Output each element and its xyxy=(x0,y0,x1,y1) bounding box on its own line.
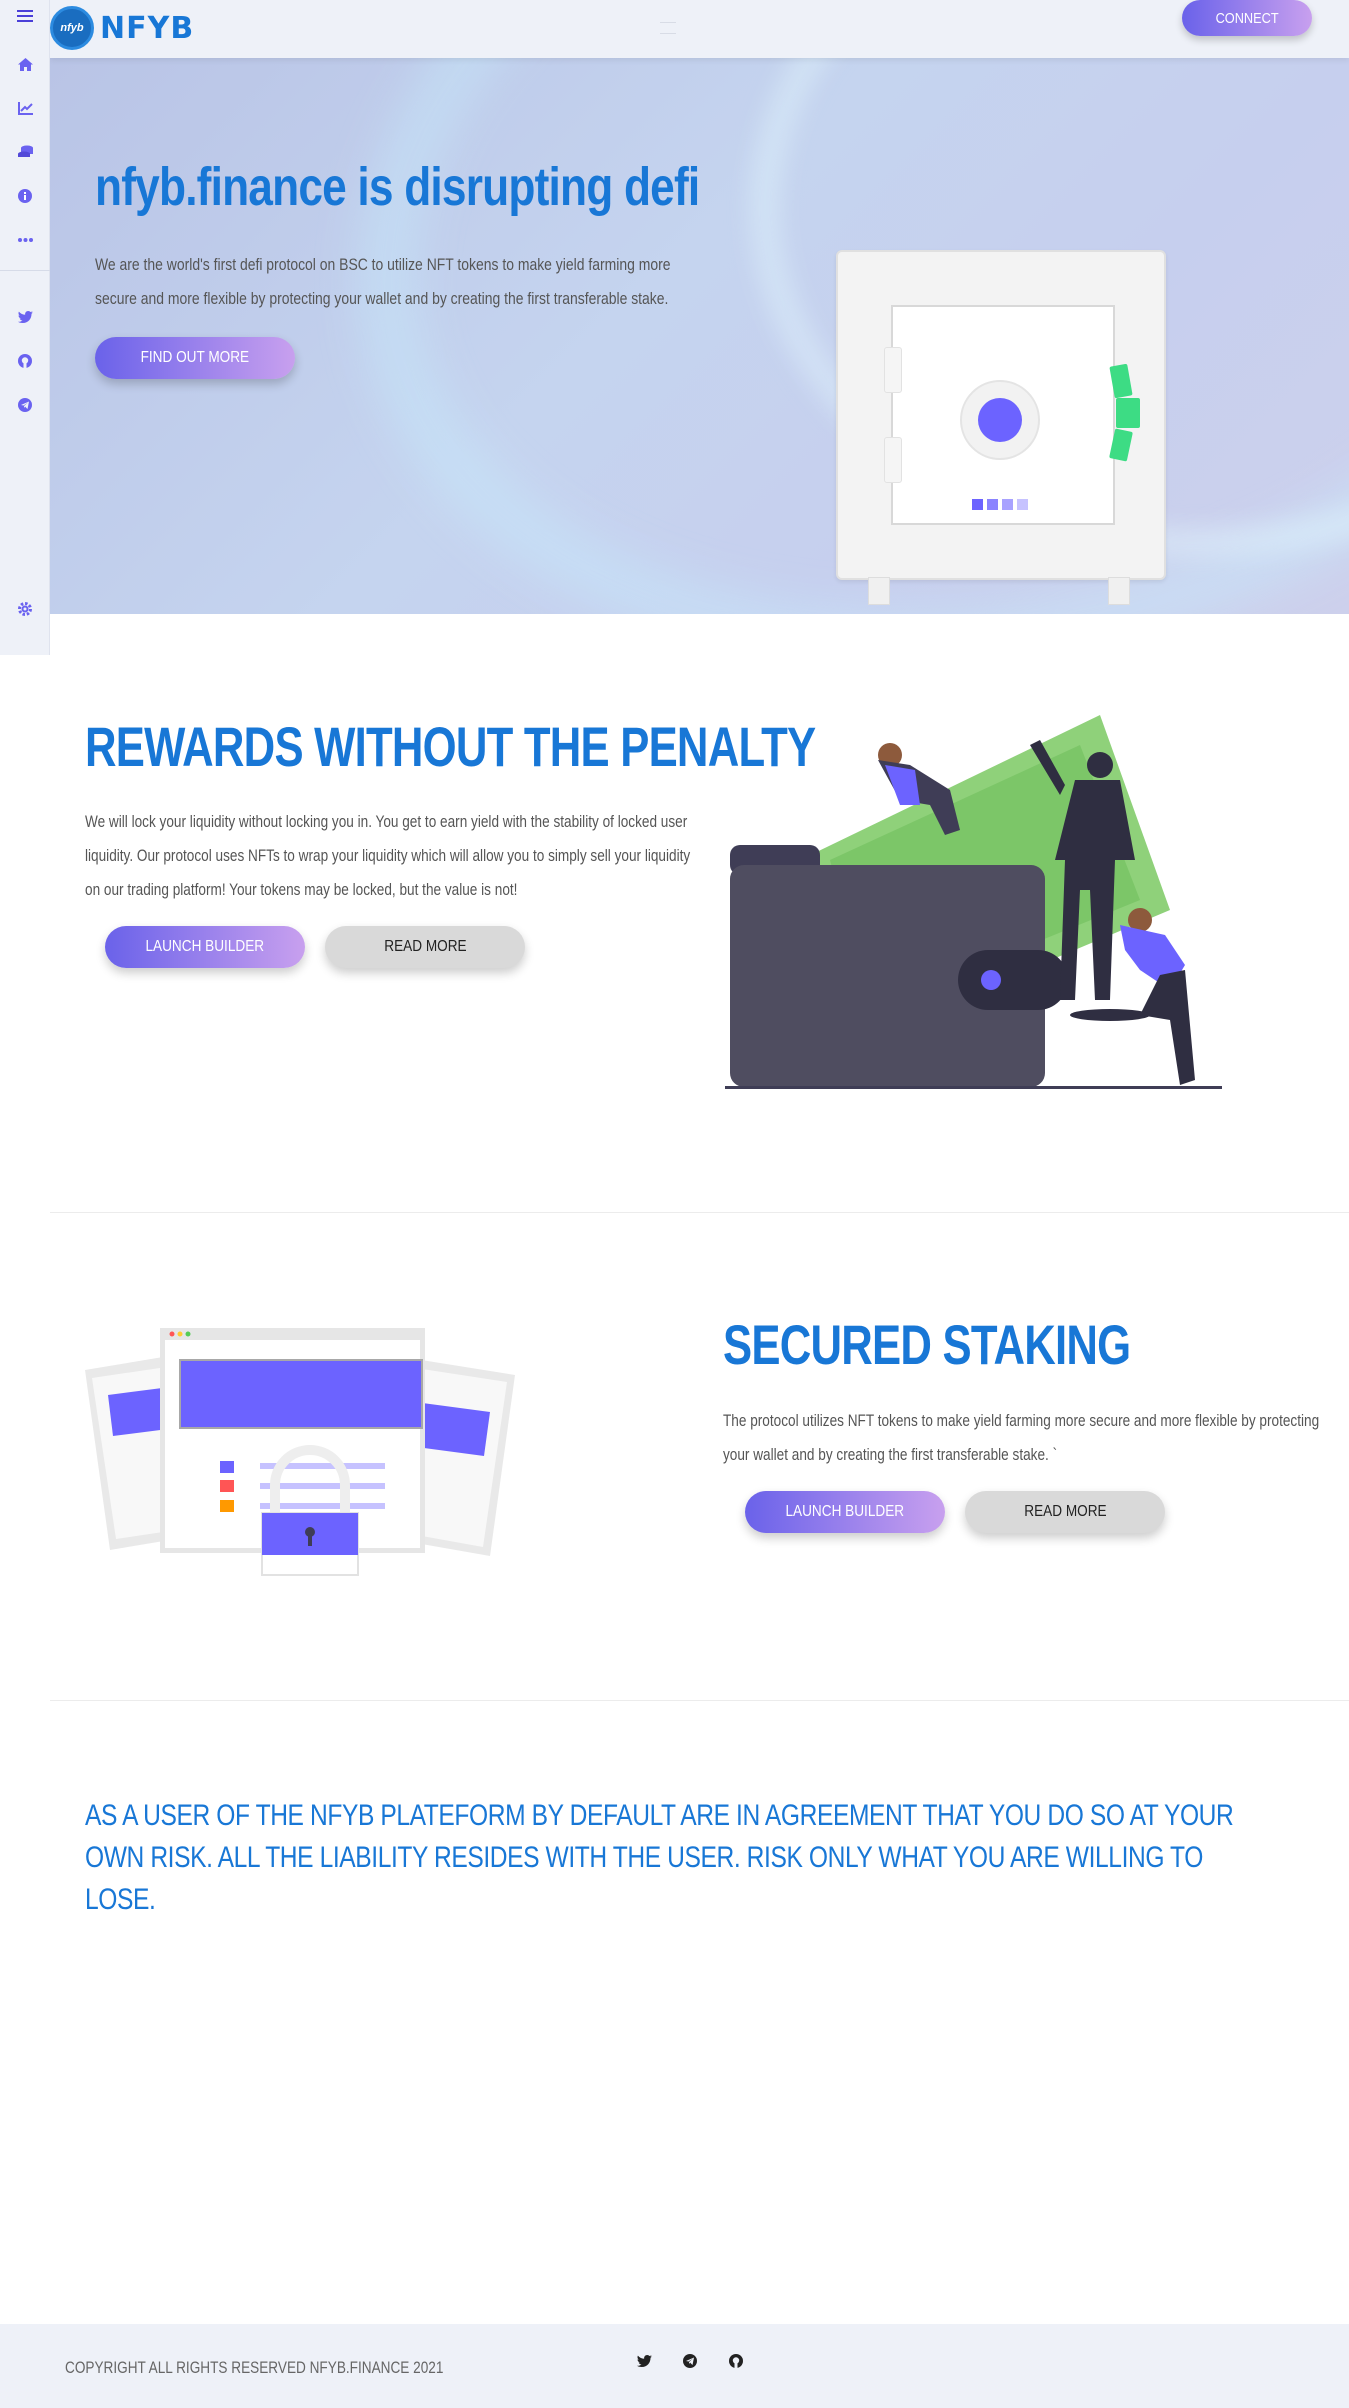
settings-icon[interactable] xyxy=(15,599,35,619)
telegram-icon[interactable] xyxy=(15,395,35,415)
rewards-launch-builder-button[interactable]: LAUNCH BUILDER xyxy=(105,926,305,968)
connect-button[interactable]: CONNECT xyxy=(1182,0,1312,36)
safe-indicator-3 xyxy=(1002,499,1013,510)
staking-description: The protocol utilizes NFT tokens to make… xyxy=(723,1411,1320,1464)
staking-read-label: READ MORE xyxy=(1023,1503,1107,1520)
hero-title: nfyb.finance is disrupting defi xyxy=(95,157,700,217)
secure-illustration xyxy=(85,1328,515,1576)
safe-foot-left xyxy=(868,577,890,605)
coins-icon[interactable] xyxy=(15,142,35,162)
rewards-read-label: READ MORE xyxy=(383,938,467,955)
safe-dial xyxy=(978,398,1022,442)
more-icon[interactable] xyxy=(15,230,35,250)
find-out-more-button[interactable]: FIND OUT MORE xyxy=(95,337,295,379)
rewards-launch-label: LAUNCH BUILDER xyxy=(145,938,265,955)
logo-text: NFYB xyxy=(100,10,195,46)
hero-section: nfyb.finance is disrupting defi We are t… xyxy=(50,58,1349,614)
nav-toggle[interactable] xyxy=(660,22,676,34)
twitter-icon[interactable] xyxy=(15,307,35,327)
wallet-illustration xyxy=(725,715,1222,1089)
home-icon[interactable] xyxy=(15,54,35,74)
footer: COPYRIGHT ALL RIGHTS RESERVED NFYB.FINAN… xyxy=(0,2324,1349,2408)
safe-foot-right xyxy=(1108,577,1130,605)
connect-button-label: CONNECT xyxy=(1215,9,1279,27)
hero-description: We are the world's first defi protocol o… xyxy=(95,255,671,308)
github-icon[interactable] xyxy=(15,351,35,371)
sidebar xyxy=(0,0,50,655)
staking-launch-builder-button[interactable]: LAUNCH BUILDER xyxy=(745,1491,945,1533)
logo-badge-text: nfyb xyxy=(60,22,84,34)
rewards-read-more-button[interactable]: READ MORE xyxy=(325,926,525,968)
safe-indicator-4 xyxy=(1017,499,1028,510)
logo[interactable]: nfyb NFYB xyxy=(50,6,194,50)
chart-icon[interactable] xyxy=(15,98,35,118)
staking-launch-label: LAUNCH BUILDER xyxy=(785,1503,905,1520)
section-divider-1 xyxy=(50,1212,1349,1213)
telegram-icon[interactable] xyxy=(681,2352,699,2370)
logo-badge: nfyb xyxy=(50,6,94,50)
safe-hinge-top xyxy=(884,347,902,393)
rewards-description: We will lock your liquidity without lock… xyxy=(85,812,691,899)
section-divider-2 xyxy=(50,1700,1349,1701)
staking-title: SECURED STAKING xyxy=(723,1313,1131,1376)
github-icon[interactable] xyxy=(727,2352,745,2370)
menu-icon[interactable] xyxy=(15,6,35,26)
cash-bill-2 xyxy=(1116,398,1140,428)
find-out-more-label: FIND OUT MORE xyxy=(140,349,250,366)
rewards-title: REWARDS WITHOUT THE PENALTY xyxy=(85,715,816,778)
staking-read-more-button[interactable]: READ MORE xyxy=(965,1491,1165,1533)
copyright-text: COPYRIGHT ALL RIGHTS RESERVED NFYB.FINAN… xyxy=(65,2358,444,2377)
twitter-icon[interactable] xyxy=(635,2352,653,2370)
safe-indicator-2 xyxy=(987,499,998,510)
safe-hinge-bottom xyxy=(884,437,902,483)
top-bar: nfyb NFYB CONNECT xyxy=(50,0,1349,58)
info-icon[interactable] xyxy=(15,186,35,206)
safe-indicator-1 xyxy=(972,499,983,510)
sidebar-divider xyxy=(0,270,50,271)
risk-disclaimer: AS A USER OF THE NFYB PLATEFORM BY DEFAU… xyxy=(85,1799,1234,1916)
